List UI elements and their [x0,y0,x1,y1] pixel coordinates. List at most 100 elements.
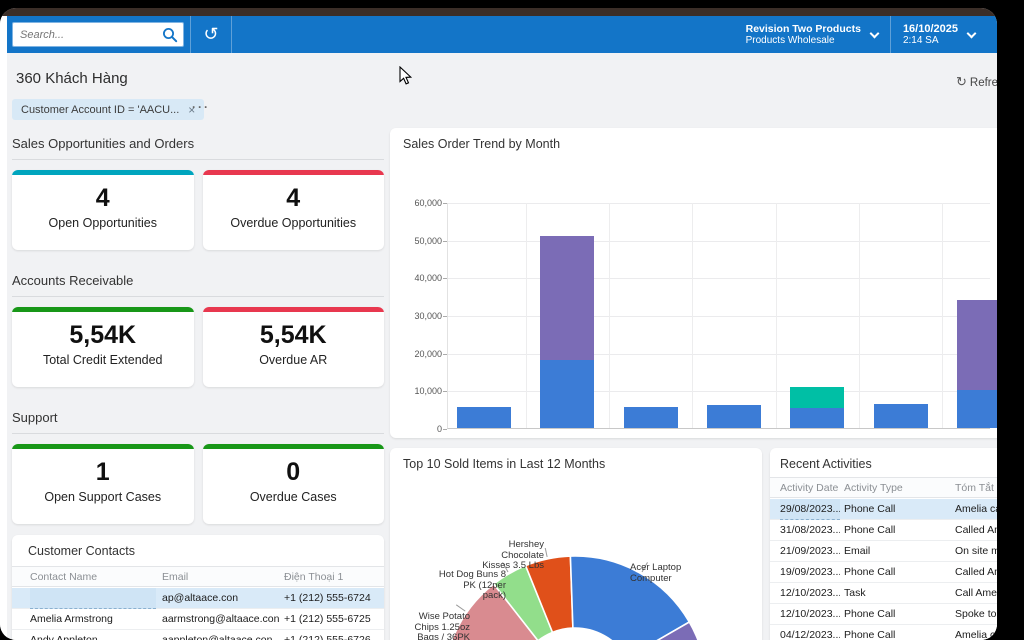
gridline-horizontal [448,354,990,355]
x-tick-label: 2025 - Thg1 [588,436,669,438]
session-timer-icon[interactable]: ↺ [191,16,231,53]
refresh-button[interactable]: ↻Refresh [956,74,997,90]
bar-segment[interactable] [957,390,997,428]
chevron-down-icon [967,28,977,38]
pie-slice-label-line: Hershey [474,540,544,551]
filter-chip[interactable]: Customer Account ID = 'AACU... × [12,99,204,120]
bar-segment[interactable] [540,360,594,428]
y-tick-label: 0 [392,424,442,434]
y-tick-mark [443,391,447,392]
bar-segment[interactable] [707,405,761,428]
table-row[interactable]: 21/09/2023...EmailOn site me [770,541,997,562]
search-icon[interactable] [162,27,178,43]
x-tick-label: 2025 - Thg4 [838,436,919,438]
table-cell: Andy Appleton [30,634,156,640]
gridline-horizontal [448,203,990,204]
table-cell: Phone Call [844,524,949,536]
bar-segment[interactable] [624,407,678,428]
pie-slice-label-line: Wise Potato [396,612,470,623]
kpi-card[interactable]: 0Overdue Cases [203,444,385,524]
pie-slice-label: Acer LaptopComputer [630,563,718,584]
business-date-menu[interactable]: 16/10/2025 2:14 SA [891,16,997,53]
kpi-card[interactable]: 4Open Opportunities [12,170,194,250]
chevron-down-icon [869,28,879,38]
kpi-label: Open Support Cases [12,490,194,504]
table-row[interactable]: Andy Appletonaappleton@altaace.con+1 (21… [12,630,384,640]
card-accent-bar [203,444,385,449]
recent-activities-card: Recent Activities Activity DateActivity … [770,448,997,640]
bar-segment[interactable] [874,404,928,428]
table-cell: Amelia ca [955,629,997,640]
kpi-card[interactable]: 5,54KTotal Credit Extended [12,307,194,387]
table-cell: Phone Call [844,503,949,515]
y-tick-mark [443,429,447,430]
table-row[interactable]: ap@altaace.con+1 (212) 555-6724 [12,588,384,609]
search-input[interactable] [20,29,160,41]
x-tick-label: 2024 - Thg12 [505,436,586,438]
kpi-label: Overdue Cases [203,490,385,504]
more-filters-button[interactable]: ··· [192,100,210,114]
pie-slice-label-line: Computer [630,574,718,585]
table-cell: Amelia ca [955,503,997,515]
table-row[interactable]: Amelia Armstrongaarmstrong@altaace.con+1… [12,609,384,630]
page-title: 360 Khách Hàng [16,70,128,87]
kpi-section: Accounts Receivable5,54KTotal Credit Ext… [12,273,384,387]
table-cell: 12/10/2023... [780,608,840,620]
table-cell: On site me [955,545,997,557]
x-tick-label: 2025 - Thg2 [671,436,752,438]
branch-name: Products Wholesale [746,35,861,46]
kpi-card[interactable]: 4Overdue Opportunities [203,170,385,250]
card-accent-bar [203,170,385,175]
bar-segment[interactable] [790,387,844,408]
window-top-edge [0,8,997,16]
kpi-value: 5,54K [12,321,194,350]
y-tick-label: 60,000 [392,198,442,208]
kpi-label: Open Opportunities [12,216,194,230]
table-cell: Phone Call [844,608,949,620]
kpi-card[interactable]: 1 Open Support Cases [12,444,194,524]
bar-segment[interactable] [457,407,511,428]
pie-slice-label-line: Acer Laptop [630,563,718,574]
table-row[interactable]: 19/09/2023...Phone CallCalled Am [770,562,997,583]
gridline-horizontal [448,241,990,242]
kpi-cards: 5,54KTotal Credit Extended5,54KOverdue A… [12,307,384,387]
business-time: 2:14 SA [903,35,958,46]
table-row[interactable]: 12/10/2023... Phone Call Spoke to A [770,604,997,625]
bar-segment[interactable] [540,236,594,360]
card-accent-bar [12,307,194,312]
table-cell: 19/09/2023... [780,566,840,578]
bar-segment[interactable] [790,408,844,428]
table-cell: Task [844,587,949,599]
card-title: Recent Activities [780,457,872,471]
table-cell: Called Am [955,566,997,578]
kpi-cards: 4Open Opportunities4Overdue Opportunitie… [12,170,384,250]
table-cell: Called Am [955,524,997,536]
pie-slice-label: Hot Dog Buns 8PK (12perpack) [416,570,506,602]
y-tick-label: 50,000 [392,236,442,246]
table-cell: +1 (212) 555-6724 [284,592,380,604]
y-tick-mark [443,354,447,355]
column-header: Contact Name [30,571,156,583]
table-row[interactable]: 29/08/2023...Phone CallAmelia ca [770,499,997,520]
table-row[interactable]: 04/12/2023...Phone CallAmelia ca [770,625,997,640]
kpi-label: Overdue AR [203,353,385,367]
kpi-card[interactable]: 5,54K Overdue AR [203,307,385,387]
column-header: Activity Type [844,482,949,494]
y-tick-mark [443,316,447,317]
table-cell: +1 (212) 555-6725 [284,613,380,625]
table-cell: Call Ameli [955,587,997,599]
column-header: Email [162,571,280,583]
table-row[interactable]: 12/10/2023...TaskCall Ameli [770,583,997,604]
section-title: Sales Opportunities and Orders [12,136,384,160]
kpi-value: 5,54K [203,321,385,350]
table-header-row: Contact NameEmailĐiện Thoại 1 [12,566,384,587]
table-cell: Spoke to A [955,608,997,620]
label-leader-line [545,548,547,557]
company-menu[interactable]: Revision Two Products Products Wholesale [734,16,890,53]
trend-plot [447,203,990,429]
kpi-value: 1 [12,458,194,487]
table-row[interactable]: 31/08/2023...Phone CallCalled Am [770,520,997,541]
search-box[interactable] [12,22,184,47]
bar-segment[interactable] [957,300,997,390]
pie-slice-label-line: Bags / 36PK [396,633,470,640]
